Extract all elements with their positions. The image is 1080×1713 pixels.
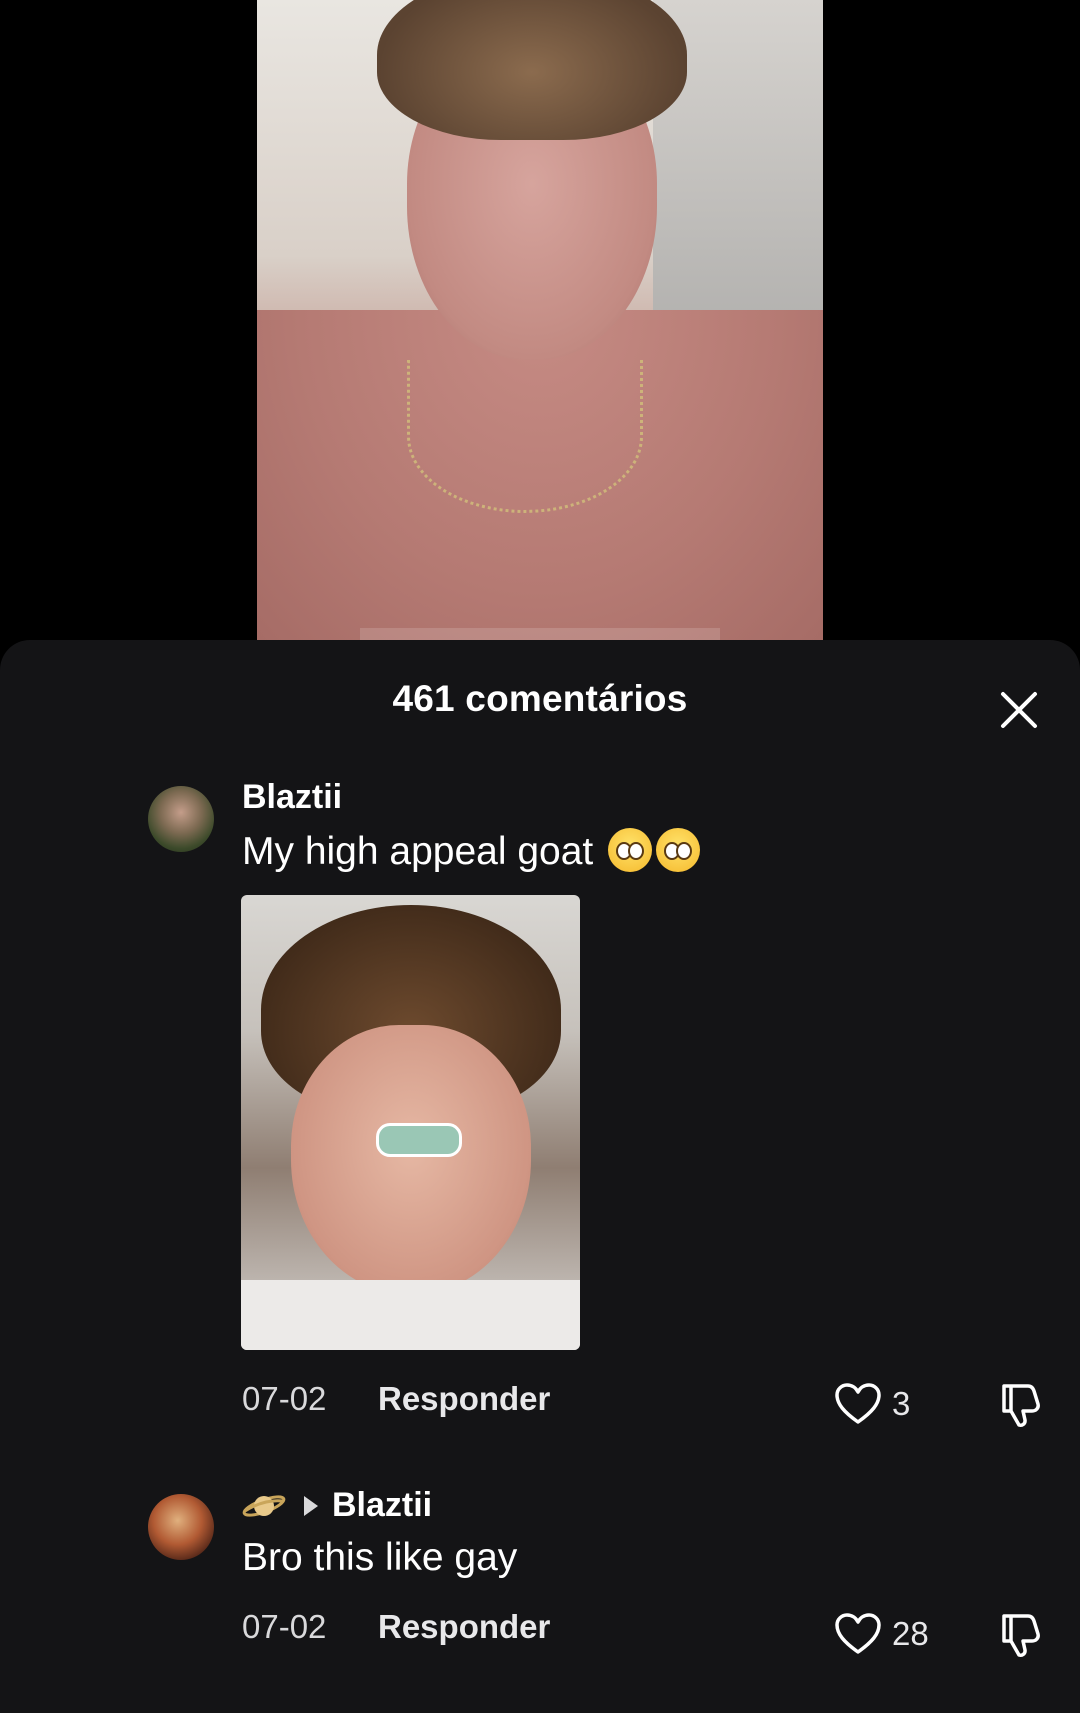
reply-button[interactable]: Responder: [378, 1608, 550, 1646]
comment-text-content: My high appeal goat: [242, 830, 594, 873]
saturn-emoji: [242, 1494, 286, 1517]
heart-icon: [835, 1613, 881, 1654]
image-face: [291, 1025, 531, 1295]
comment-username[interactable]: Blaztii: [242, 778, 342, 817]
image-nose-strip: [376, 1123, 462, 1157]
video-hair: [377, 0, 687, 140]
comment-attached-image[interactable]: [241, 895, 580, 1350]
video-caption-peek: [360, 628, 720, 640]
reply-button[interactable]: Responder: [378, 1380, 550, 1418]
video-player[interactable]: [0, 0, 1080, 640]
like-button[interactable]: 28: [834, 1612, 929, 1656]
comment-text: My high appeal goat: [242, 828, 701, 874]
video-frame: [257, 0, 823, 640]
thumbs-down-icon[interactable]: [994, 1380, 1044, 1430]
avatar[interactable]: [148, 1494, 214, 1560]
pleading-face-emoji: [608, 828, 653, 872]
avatar[interactable]: [148, 786, 214, 852]
like-count: 28: [892, 1615, 929, 1652]
like-button[interactable]: 3: [834, 1382, 910, 1426]
pleading-face-emoji: [656, 828, 701, 872]
like-count: 3: [892, 1385, 911, 1422]
comment-date: 07-02: [242, 1380, 327, 1417]
close-icon[interactable]: [994, 685, 1044, 735]
image-shirt: [241, 1280, 580, 1350]
comments-sheet: 461 comentários Blaztii My high appeal g…: [0, 640, 1080, 1713]
comment-text: Bro this like gay: [242, 1536, 518, 1579]
reply-header: Blaztii: [242, 1486, 432, 1525]
reply-to-username[interactable]: Blaztii: [332, 1486, 432, 1525]
reply-arrow-icon: [304, 1495, 318, 1516]
comments-count-title: 461 comentários: [392, 678, 688, 719]
heart-icon: [835, 1383, 881, 1424]
comment-date: 07-02: [242, 1608, 327, 1645]
video-necklace: [407, 360, 643, 513]
thumbs-down-icon[interactable]: [994, 1610, 1044, 1660]
